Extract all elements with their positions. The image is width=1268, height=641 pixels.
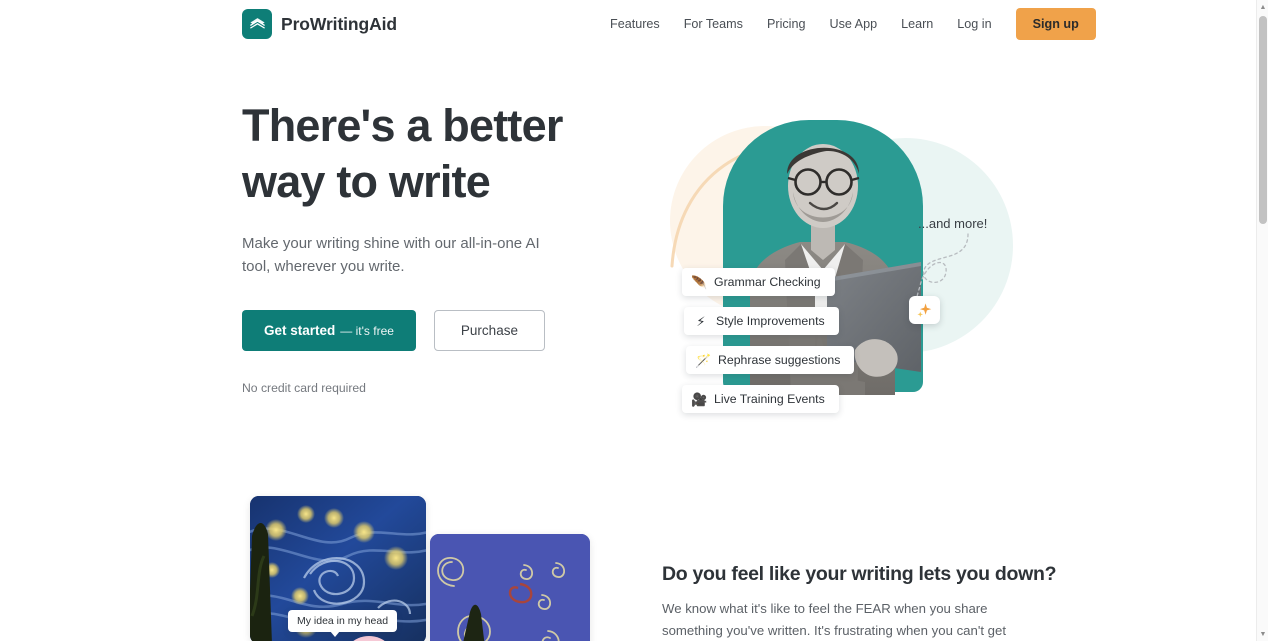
- feature-pill-style-improvements[interactable]: ⚡ Style Improvements: [684, 307, 839, 335]
- hero-illustration: 🪶 Grammar Checking ⚡ Style Improvements …: [660, 98, 1020, 438]
- scrollbar-thumb[interactable]: [1259, 16, 1267, 224]
- childlike-sketch-card: [430, 534, 590, 641]
- feature-pill-label: Grammar Checking: [714, 275, 821, 289]
- feature-pill-label: Style Improvements: [716, 314, 825, 328]
- scrollbar-up-arrow-icon[interactable]: ▲: [1257, 1, 1268, 13]
- section2-body: We know what it's like to feel the FEAR …: [662, 601, 1007, 638]
- writing-lets-you-down-section: My idea in my head Do you feel like your…: [0, 468, 1256, 641]
- get-started-button[interactable]: Get started — it's free: [242, 310, 416, 352]
- no-credit-card-note: No credit card required: [242, 381, 366, 396]
- hero-title-line-2: way to write: [242, 155, 491, 207]
- lightning-bolt-icon: ⚡: [696, 313, 706, 329]
- hero-title: There's a better way to write: [242, 98, 642, 210]
- nav-item-for-teams[interactable]: For Teams: [672, 11, 755, 37]
- sign-up-button[interactable]: Sign up: [1015, 8, 1096, 40]
- and-more-label: ...and more!: [918, 216, 988, 231]
- page-scrollbar[interactable]: ▲ ▼: [1256, 0, 1268, 641]
- nav-item-log-in[interactable]: Log in: [945, 11, 1003, 37]
- main-navigation: Features For Teams Pricing Use App Learn…: [598, 0, 1096, 48]
- idea-in-my-head-label: My idea in my head: [288, 610, 398, 637]
- nav-item-use-app[interactable]: Use App: [817, 11, 889, 37]
- section2-copy: Do you feel like your writing lets you d…: [662, 563, 1057, 641]
- hero-cta-group: Get started — it's free Purchase: [242, 310, 642, 352]
- before-after-artwork: My idea in my head: [242, 496, 592, 641]
- section2-heading: Do you feel like your writing lets you d…: [662, 563, 1057, 585]
- hero-title-line-1: There's a better: [242, 100, 563, 151]
- brand-name: ProWritingAid: [281, 13, 398, 34]
- feature-pill-label: Rephrase suggestions: [718, 353, 841, 367]
- movie-camera-icon: 🎥: [691, 391, 708, 407]
- scrollbar-down-arrow-icon[interactable]: ▼: [1257, 628, 1268, 640]
- feature-pill-grammar-checking[interactable]: 🪶 Grammar Checking: [682, 268, 835, 296]
- feature-pill-rephrase-suggestions[interactable]: 🪄 Rephrase suggestions: [686, 346, 855, 374]
- site-header: ProWritingAid Features For Teams Pricing…: [0, 0, 1256, 48]
- feature-pill-list: 🪶 Grammar Checking ⚡ Style Improvements …: [682, 268, 855, 413]
- browser-page: ProWritingAid Features For Teams Pricing…: [0, 0, 1268, 641]
- magic-wand-icon: 🪄: [695, 352, 712, 368]
- feather-pen-icon: 🪶: [691, 274, 708, 290]
- brand-logo-link[interactable]: ProWritingAid: [242, 9, 397, 39]
- hero-section: There's a better way to write Make your …: [0, 48, 1256, 468]
- page-viewport: ProWritingAid Features For Teams Pricing…: [0, 0, 1256, 641]
- hero-subtitle: Make your writing shine with our all-in-…: [242, 234, 540, 275]
- get-started-free-note: — it's free: [340, 324, 394, 339]
- hero-copy: There's a better way to write Make your …: [242, 98, 642, 395]
- nav-item-features[interactable]: Features: [598, 11, 672, 37]
- sparkles-icon: [909, 296, 940, 324]
- feature-pill-label: Live Training Events: [714, 392, 825, 406]
- nav-item-learn[interactable]: Learn: [889, 11, 945, 37]
- stacked-books-check-icon: [242, 9, 272, 39]
- get-started-label: Get started: [264, 323, 336, 339]
- feature-pill-live-training-events[interactable]: 🎥 Live Training Events: [682, 385, 839, 413]
- purchase-button[interactable]: Purchase: [433, 310, 545, 352]
- nav-item-pricing[interactable]: Pricing: [755, 11, 818, 37]
